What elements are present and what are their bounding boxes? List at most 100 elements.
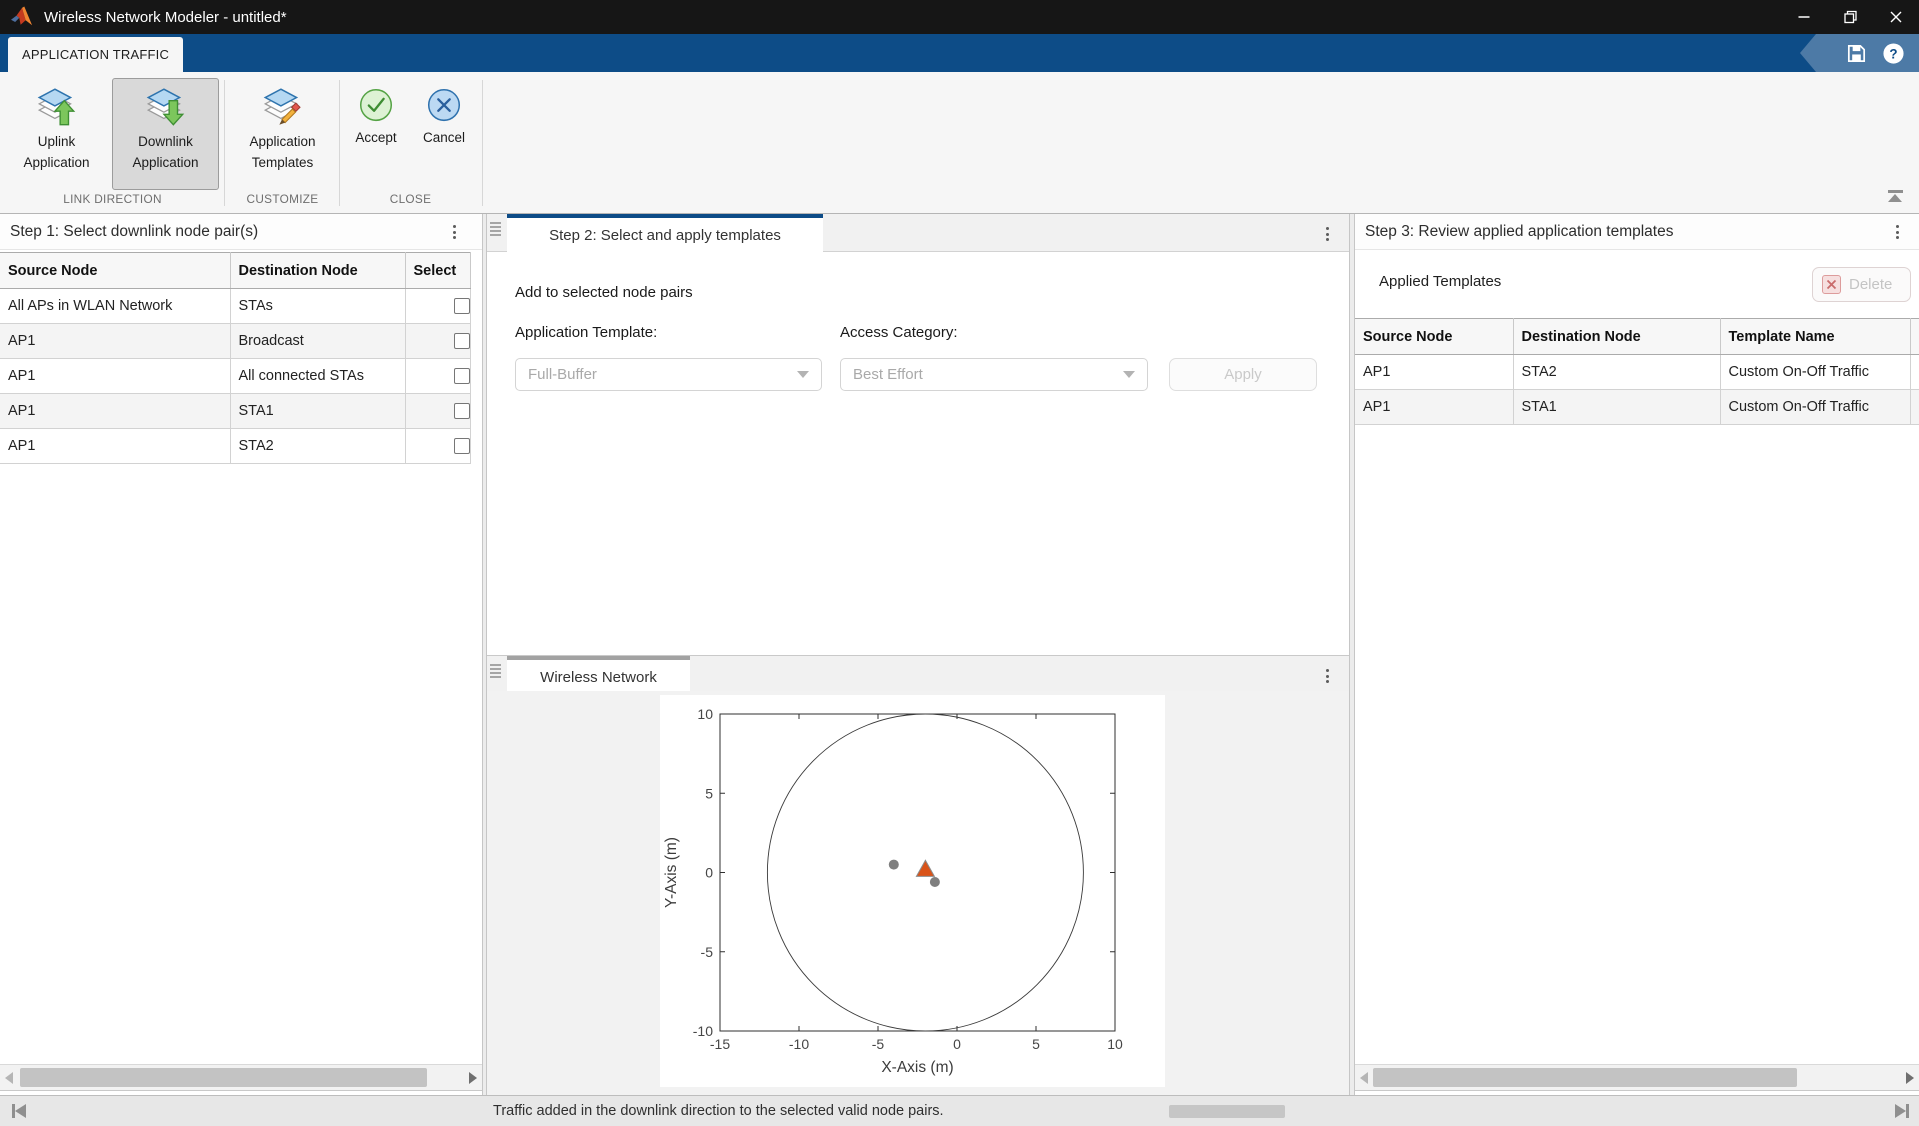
table-row[interactable]: AP1STA1Custom On-Off Traffic — [1355, 390, 1919, 425]
access-category-dropdown[interactable]: Best Effort — [840, 358, 1148, 391]
scroll-left-arrow[interactable] — [5, 1072, 13, 1084]
step1-horizontal-scrollbar — [0, 1064, 482, 1091]
row-select-checkbox[interactable] — [454, 333, 470, 349]
applied-templates-label: Applied Templates — [1379, 273, 1501, 290]
step1-kebab-menu[interactable] — [448, 225, 460, 239]
application-templates-icon — [260, 85, 306, 131]
step1-panel: Step 1: Select downlink node pair(s) Sou… — [0, 214, 482, 1095]
scroll-right-arrow[interactable] — [469, 1072, 477, 1084]
y-tick-label: -5 — [701, 944, 714, 960]
application-template-label: Application Template: — [515, 324, 657, 341]
uplink-application-button[interactable]: Uplink Application — [6, 78, 107, 190]
step3-kebab-menu[interactable] — [1891, 225, 1903, 239]
access-category-value: Best Effort — [853, 366, 923, 383]
apply-button[interactable]: Apply — [1169, 358, 1317, 391]
grip-icon[interactable] — [490, 664, 501, 678]
skip-to-end-icon[interactable] — [1895, 1104, 1909, 1118]
table-cell-empty — [1910, 390, 1919, 425]
table-row[interactable]: AP1STA1 — [0, 394, 470, 429]
accept-icon — [355, 85, 397, 127]
close-button[interactable] — [1873, 0, 1919, 34]
minimize-button[interactable] — [1781, 0, 1827, 34]
cancel-icon — [423, 85, 465, 127]
select-cell — [405, 429, 470, 464]
accept-label: Accept — [355, 130, 396, 145]
table-cell: AP1 — [1355, 390, 1513, 425]
node-pairs-table: Source Node Destination Node Select All … — [0, 252, 471, 464]
table-row[interactable]: All APs in WLAN NetworkSTAs — [0, 289, 470, 324]
skip-to-start-icon[interactable] — [12, 1104, 26, 1118]
toolstrip-separator — [482, 80, 483, 206]
save-icon[interactable] — [1845, 42, 1868, 65]
status-bar: Traffic added in the downlink direction … — [0, 1095, 1919, 1126]
table-row[interactable]: AP1STA2 — [0, 429, 470, 464]
cancel-button[interactable]: Cancel — [412, 78, 476, 190]
tab-wireless-network[interactable]: Wireless Network — [507, 656, 690, 694]
step2-panel: Step 2: Select and apply templates Add t… — [487, 214, 1349, 1095]
application-template-dropdown[interactable]: Full-Buffer — [515, 358, 822, 391]
sta-marker — [930, 877, 940, 887]
scroll-left-arrow[interactable] — [1360, 1072, 1368, 1084]
y-axis-label: Y-Axis (m) — [663, 837, 680, 908]
table-row[interactable]: AP1All connected STAs — [0, 359, 470, 394]
y-tick-label: 5 — [705, 785, 713, 801]
table-cell: Broadcast — [230, 324, 405, 359]
row-select-checkbox[interactable] — [454, 403, 470, 419]
restore-button[interactable] — [1827, 0, 1873, 34]
step3-panel: Step 3: Review applied application templ… — [1355, 214, 1919, 1095]
toolstrip-separator — [339, 80, 340, 206]
x-axis-label: X-Axis (m) — [881, 1059, 953, 1076]
table-cell-empty — [1910, 355, 1919, 390]
wireless-network-tab-title: Wireless Network — [540, 669, 657, 686]
x-tick-label: 5 — [1032, 1036, 1040, 1052]
tab-application-traffic[interactable]: APPLICATION TRAFFIC — [8, 37, 183, 72]
uplink-label-1: Uplink — [38, 134, 76, 149]
app-window: Wireless Network Modeler - untitled* APP… — [0, 0, 1919, 1126]
row-select-checkbox[interactable] — [454, 298, 470, 314]
y-tick-label: 0 — [705, 865, 713, 881]
x-tick-label: -5 — [872, 1036, 885, 1052]
col-source-node[interactable]: Source Node — [1355, 319, 1513, 355]
step2-tabstrip: Step 2: Select and apply templates — [487, 214, 1349, 252]
matlab-logo-icon — [10, 6, 34, 28]
col-select[interactable]: Select — [405, 253, 470, 289]
table-cell: STA2 — [1513, 355, 1720, 390]
grip-icon[interactable] — [490, 222, 501, 236]
downlink-label-1: Downlink — [138, 134, 193, 149]
table-cell: AP1 — [0, 359, 230, 394]
table-cell: STA1 — [1513, 390, 1720, 425]
application-template-value: Full-Buffer — [528, 366, 597, 383]
row-select-checkbox[interactable] — [454, 438, 470, 454]
collapse-toolstrip-icon[interactable] — [1886, 190, 1904, 202]
cancel-label: Cancel — [423, 130, 465, 145]
step2-kebab-menu[interactable] — [1321, 227, 1333, 241]
help-icon[interactable]: ? — [1882, 42, 1905, 65]
wireless-network-figure[interactable]: -15-10-50510-10-50510X-Axis (m)Y-Axis (m… — [660, 695, 1165, 1087]
accept-button[interactable]: Accept — [345, 78, 407, 190]
table-cell: AP1 — [1355, 355, 1513, 390]
scrollbar-thumb[interactable] — [20, 1068, 427, 1087]
ap-marker — [916, 860, 934, 876]
table-row[interactable]: AP1Broadcast — [0, 324, 470, 359]
application-templates-button[interactable]: Application Templates — [229, 78, 336, 190]
col-source-node[interactable]: Source Node — [0, 253, 230, 289]
row-select-checkbox[interactable] — [454, 368, 470, 384]
table-cell: AP1 — [0, 429, 230, 464]
axes-box — [720, 714, 1115, 1031]
network-view-kebab-menu[interactable] — [1321, 669, 1333, 683]
scroll-right-arrow[interactable] — [1906, 1072, 1914, 1084]
access-category-label: Access Category: — [840, 324, 958, 341]
col-template-name[interactable]: Template Name — [1720, 319, 1910, 355]
delete-button[interactable]: Delete — [1812, 267, 1911, 302]
downlink-application-button[interactable]: Downlink Application — [112, 78, 219, 190]
col-destination-node[interactable]: Destination Node — [1513, 319, 1720, 355]
table-cell: AP1 — [0, 394, 230, 429]
col-destination-node[interactable]: Destination Node — [230, 253, 405, 289]
add-to-node-pairs-label: Add to selected node pairs — [515, 284, 693, 301]
tab-step2[interactable]: Step 2: Select and apply templates — [507, 214, 823, 252]
table-cell: Custom On-Off Traffic — [1720, 390, 1910, 425]
scrollbar-thumb[interactable] — [1373, 1068, 1797, 1087]
statusbar-scroll-thumb[interactable] — [1169, 1105, 1285, 1118]
table-row[interactable]: AP1STA2Custom On-Off Traffic — [1355, 355, 1919, 390]
templates-label-1: Application — [249, 134, 315, 149]
